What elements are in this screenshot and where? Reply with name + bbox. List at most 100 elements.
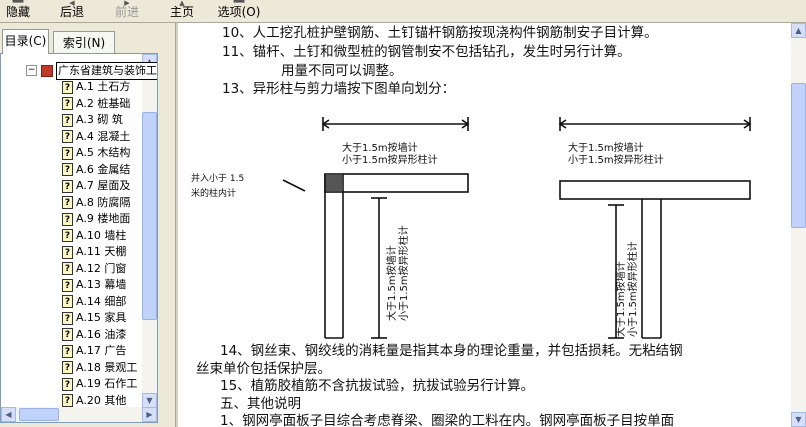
paragraph-12: 用量不同可以调整。 [281,63,403,79]
tree-item-label: 木结构 [97,146,131,159]
contents-tree: −广东省建筑与装饰工程综合定额(2010) ?A.1 土石方?A.2 桩基础?A… [0,53,158,423]
tree-item-label: 防腐隔 [97,195,131,209]
tree-item-code: A.2 [76,96,94,110]
help-topic-icon: ? [62,146,73,160]
back-button-label: 后退 [59,5,84,19]
tree-root-label: 广东省建筑与装饰工程综合定额(2010) [56,62,157,80]
scroll-right-icon[interactable]: ▶ [142,407,157,422]
scroll-thumb[interactable] [142,112,157,320]
help-topic-icon: ? [62,278,73,292]
back-button[interactable]: ◀ 后退 [58,0,86,22]
tree-item[interactable]: ? A.18 景观工 [62,360,142,377]
help-topic-icon: ? [62,295,73,308]
tree-item[interactable]: ? A.13 幕墙 [62,277,142,294]
help-topic-icon: ? [62,377,73,391]
tree-item-code: A.7 [76,179,94,192]
tree-item-code: A.15 [76,311,101,324]
left-side-note-1: 并入小于 1.5 [191,172,244,184]
scroll-left-icon[interactable]: ◀ [1,407,16,422]
tree-item-label: 油漆 [104,327,127,341]
tree-horizontal-scrollbar[interactable]: ◀ ▶ [1,407,157,422]
content-vertical-scrollbar[interactable]: ▲ ▼ [791,23,806,427]
tree-item[interactable]: ? A.6 金属结 [62,162,142,179]
help-topic-icon: ? [62,212,73,226]
right-vertical-label-1: 大于1.5m按墙计 [614,261,627,337]
tab-contents[interactable]: 目录(C) [2,29,49,54]
help-topic-icon: ? [62,97,73,110]
tree-item-code: A.4 [76,129,94,143]
tree-item-code: A.20 [76,393,101,407]
help-topic-icon: ? [62,394,73,407]
paragraph-14-line2: 丝束单价包括保护层。 [196,361,331,377]
tree-item[interactable]: ? A.17 广告 [62,343,142,360]
tree-item-code: A.11 [76,245,101,258]
scroll-down-icon[interactable]: ▼ [142,393,157,408]
tree-item[interactable]: ? A.14 细部 [62,294,142,311]
help-topic-icon: ? [62,262,73,275]
paragraph-15: 15、植筋胶植筋不含抗拔试验，抗拔试验另行计算。 [220,378,535,394]
tree-item[interactable]: ? A.4 混凝土 [62,129,142,146]
tree-item[interactable]: ? A.2 桩基础 [62,96,142,113]
content-scroll-thumb[interactable] [791,83,806,228]
help-topic-icon: ? [62,361,73,374]
tree-item-label: 石作工 [104,377,138,390]
content-scroll-up-icon[interactable]: ▲ [791,23,806,38]
tree-vertical-scrollbar[interactable]: ▲ ▼ [142,54,157,408]
tree-item-label: 细部 [104,294,127,308]
book-icon [41,64,53,77]
right-top-label-2: 小于1.5m按异形柱计 [568,153,664,166]
section-5-heading: 五、其他说明 [220,396,301,412]
tree-item[interactable]: ? A.11 天棚 [62,244,142,261]
tree-item[interactable]: ? A.1 土石方 [62,79,142,96]
right-vertical-label-2: 小于1.5m按异形柱计 [626,241,639,337]
tree-item-code: A.14 [76,294,101,308]
tab-index[interactable]: 索引(N) [53,31,115,53]
merged-column-block [326,175,342,191]
tree-item-label: 桩基础 [97,96,131,110]
tree-item-code: A.13 [76,278,101,291]
navigation-pane: 目录(C) 索引(N) −广东省建筑与装饰工程综合定额(2010) ?A.1 土… [0,23,175,427]
tree-item-code: A.6 [76,162,94,176]
tree-item-label: 混凝土 [97,129,131,143]
tree-item[interactable]: ? A.19 石作工 [62,376,142,393]
tree-item[interactable]: ? A.12 门窗 [62,261,142,278]
tree-item[interactable]: ? A.7 屋面及 [62,178,142,195]
paragraph-10: 10、人工挖孔桩护壁钢筋、土钉锚杆钢筋按现浇构件钢筋制安子目计算。 [222,25,658,41]
collapse-icon[interactable]: − [26,65,37,76]
forward-button[interactable]: ▶ 前进 [113,0,141,22]
tree-items: ? A.1 土石方? A.2 桩基础? A.3 砌 筑? A.4 混凝土? A.5 木结构… [62,79,142,409]
toolbar: ▀▀ 隐藏 ◀ 后退 ▶ 前进 ▲ 主页 ▀▀ 选项(O) [0,0,806,23]
tree-item-label: 土石方 [97,80,131,93]
tree-item-label: 砌 筑 [97,113,123,126]
tree-item[interactable]: ? A.10 墙柱 [62,228,142,245]
options-button[interactable]: ▀▀ 选项(O) [214,0,264,22]
tree-item-code: A.12 [76,261,101,275]
options-button-label: 选项(O) [217,5,261,19]
tree-item[interactable]: ? A.16 油漆 [62,327,142,344]
left-top-label-2: 小于1.5m按异形柱计 [342,153,438,166]
left-top-label-1: 大于1.5m按墙计 [342,141,418,154]
tree-item[interactable]: ? A.5 木结构 [62,145,142,162]
home-button[interactable]: ▲ 主页 [168,0,196,22]
hide-button-label: 隐藏 [5,5,30,19]
tree-item-code: A.3 [76,113,94,126]
tree-item[interactable]: ? A.9 楼地面 [62,211,142,228]
help-topic-icon: ? [62,245,73,259]
paragraph-11: 11、锚杆、土钉和微型桩的钢管制安不包括钻孔，发生时另行计算。 [222,44,631,60]
help-topic-icon: ? [62,229,73,242]
tree-item-label: 天棚 [104,245,127,258]
right-top-label-1: 大于1.5m按墙计 [568,141,644,154]
hide-button[interactable]: ▀▀ 隐藏 [4,0,32,22]
tree-item-code: A.9 [76,212,94,225]
tree-item-code: A.8 [76,195,94,209]
tree-item-label: 楼地面 [97,212,131,225]
tree-item-code: A.1 [76,80,94,93]
content-scroll-down-icon[interactable]: ▼ [791,412,806,427]
tree-item[interactable]: ? A.15 家具 [62,310,142,327]
horizontal-scroll-thumb[interactable] [19,408,59,421]
tree-item[interactable]: ? A.3 砌 筑 [62,112,142,129]
tree-root[interactable]: − 广东省建筑与装饰工程综合定额(2010) [26,62,157,80]
tree-item-label: 景观工 [104,360,138,374]
paragraph-14-line1: 14、钢丝束、钢绞线的消耗量是指其本身的理论重量，并包括损耗。无粘结钢 [220,343,683,359]
tree-item[interactable]: ? A.8 防腐隔 [62,195,142,212]
